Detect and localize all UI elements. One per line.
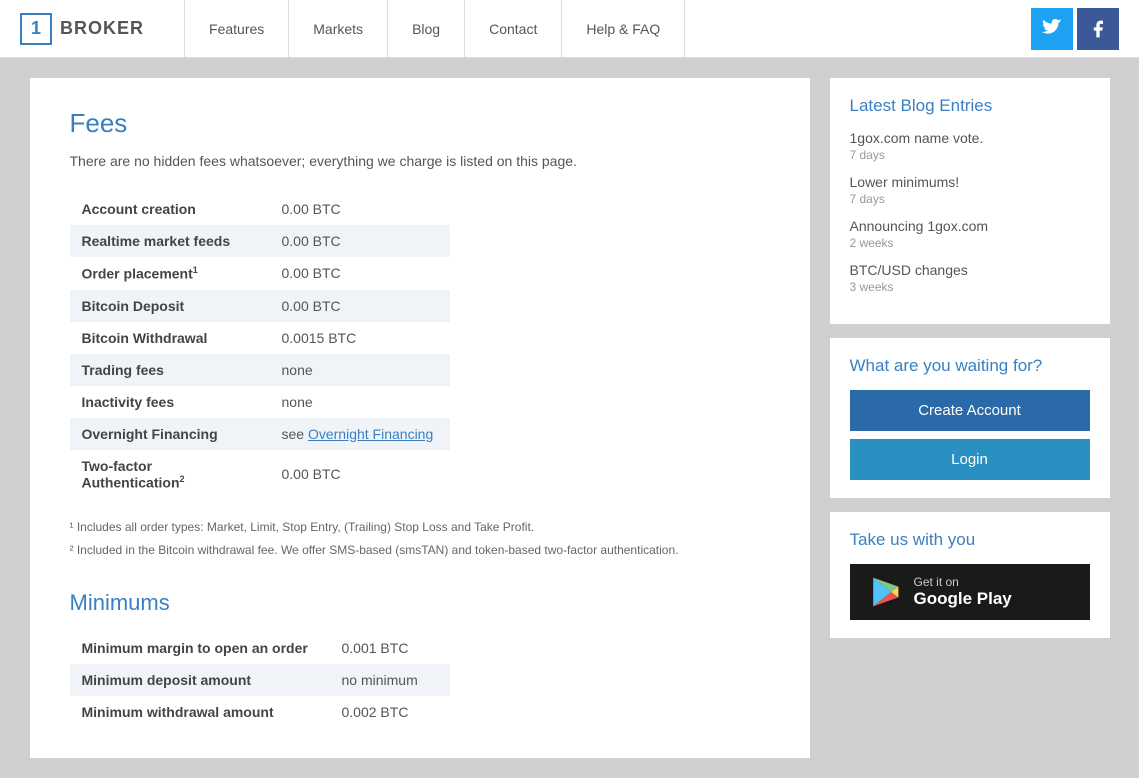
minimums-table: Minimum margin to open an order0.001 BTC… [70,632,450,728]
blog-entry-title[interactable]: Lower minimums! [850,174,1090,190]
fee-label: Inactivity fees [70,386,270,418]
fee-label: Two-factor Authentication2 [70,450,270,499]
fee-value[interactable]: see Overnight Financing [270,418,450,450]
play-get-it-text: Get it on [914,575,1012,589]
sidebar: Latest Blog Entries 1gox.com name vote. 7… [830,78,1110,758]
fee-label: Overnight Financing [70,418,270,450]
minimum-value: no minimum [330,664,450,696]
fee-value: 0.00 BTC [270,450,450,499]
blog-entry-title[interactable]: BTC/USD changes [850,262,1090,278]
minimum-label: Minimum deposit amount [70,664,330,696]
table-row: Order placement10.00 BTC [70,257,450,290]
create-account-button[interactable]: Create Account [850,390,1090,431]
page-wrapper: Fees There are no hidden fees whatsoever… [20,58,1120,778]
fee-value: 0.00 BTC [270,225,450,257]
minimum-label: Minimum withdrawal amount [70,696,330,728]
minimum-value: 0.001 BTC [330,632,450,664]
login-button[interactable]: Login [850,439,1090,480]
fees-table: Account creation0.00 BTCRealtime market … [70,193,450,498]
play-text: Get it on Google Play [914,575,1012,609]
fee-label: Trading fees [70,354,270,386]
play-store-name: Google Play [914,589,1012,609]
table-row: Bitcoin Withdrawal0.0015 BTC [70,322,450,354]
table-row: Minimum withdrawal amount0.002 BTC [70,696,450,728]
blog-entry-title[interactable]: Announcing 1gox.com [850,218,1090,234]
fee-label: Order placement1 [70,257,270,290]
fee-value: none [270,386,450,418]
table-row: Bitcoin Deposit0.00 BTC [70,290,450,322]
blog-entry-title[interactable]: 1gox.com name vote. [850,130,1090,146]
list-item: BTC/USD changes 3 weeks [850,262,1090,294]
blog-entry-time: 3 weeks [850,280,1090,294]
table-row: Account creation0.00 BTC [70,193,450,225]
fee-label: Bitcoin Withdrawal [70,322,270,354]
play-store-icon [866,574,902,610]
overnight-financing-link[interactable]: Overnight Financing [308,426,433,442]
fee-label: Realtime market feeds [70,225,270,257]
nav-features[interactable]: Features [184,0,289,58]
main-content: Fees There are no hidden fees whatsoever… [30,78,810,758]
fee-value: none [270,354,450,386]
fee-value: 0.00 BTC [270,193,450,225]
table-row: Inactivity feesnone [70,386,450,418]
fee-label: Account creation [70,193,270,225]
fee-value: 0.0015 BTC [270,322,450,354]
nav-markets[interactable]: Markets [289,0,388,58]
cta-title: What are you waiting for? [850,356,1090,376]
blog-entry-time: 7 days [850,148,1090,162]
footnotes: ¹ Includes all order types: Market, Limi… [70,518,770,559]
blog-card: Latest Blog Entries 1gox.com name vote. 7… [830,78,1110,324]
blog-card-title: Latest Blog Entries [850,96,1090,116]
facebook-button[interactable] [1077,8,1119,50]
fees-subtitle: There are no hidden fees whatsoever; eve… [70,153,770,169]
logo-text: BROKER [60,18,144,39]
fee-value: 0.00 BTC [270,290,450,322]
page-title: Fees [70,108,770,139]
table-row: Realtime market feeds0.00 BTC [70,225,450,257]
list-item: Lower minimums! 7 days [850,174,1090,206]
footnote-2: ² Included in the Bitcoin withdrawal fee… [70,541,770,560]
blog-entry-time: 2 weeks [850,236,1090,250]
minimums-title: Minimums [70,590,770,616]
logo[interactable]: 1 BROKER [20,13,144,45]
main-nav: Features Markets Blog Contact Help & FAQ [184,0,1027,58]
table-row: Overnight Financingsee Overnight Financi… [70,418,450,450]
table-row: Trading feesnone [70,354,450,386]
blog-entries: 1gox.com name vote.7 daysLower minimums!… [850,130,1090,294]
nav-blog[interactable]: Blog [388,0,465,58]
minimum-label: Minimum margin to open an order [70,632,330,664]
footnote-1: ¹ Includes all order types: Market, Limi… [70,518,770,537]
take-us-title: Take us with you [850,530,1090,550]
logo-icon: 1 [20,13,52,45]
twitter-button[interactable] [1031,8,1073,50]
table-row: Minimum margin to open an order0.001 BTC [70,632,450,664]
nav-help[interactable]: Help & FAQ [562,0,685,58]
list-item: 1gox.com name vote. 7 days [850,130,1090,162]
fee-label: Bitcoin Deposit [70,290,270,322]
table-row: Two-factor Authentication20.00 BTC [70,450,450,499]
minimum-value: 0.002 BTC [330,696,450,728]
fee-value: 0.00 BTC [270,257,450,290]
cta-card: What are you waiting for? Create Account… [830,338,1110,498]
facebook-icon [1088,19,1108,39]
list-item: Announcing 1gox.com 2 weeks [850,218,1090,250]
twitter-icon [1042,19,1062,39]
take-us-card: Take us with you Get it on Google Play [830,512,1110,638]
blog-entry-time: 7 days [850,192,1090,206]
google-play-button[interactable]: Get it on Google Play [850,564,1090,620]
nav-contact[interactable]: Contact [465,0,562,58]
social-buttons [1027,8,1119,50]
table-row: Minimum deposit amountno minimum [70,664,450,696]
